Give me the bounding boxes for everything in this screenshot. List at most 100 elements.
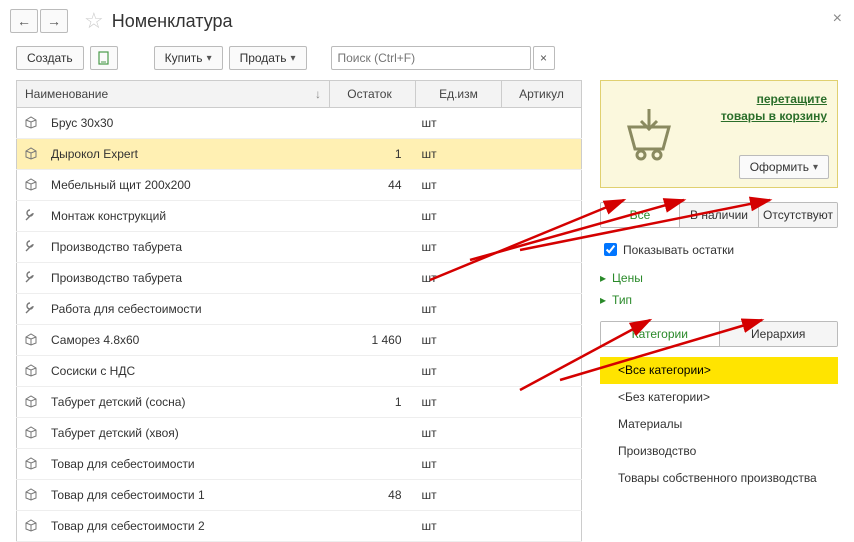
cell-name: Работа для себестоимости xyxy=(45,294,330,325)
tab-instock[interactable]: В наличии xyxy=(680,203,759,227)
table-row[interactable]: Брус 30x30шт xyxy=(17,108,582,139)
cell-sku xyxy=(502,263,582,294)
table-row[interactable]: Саморез 4.8x601 460шт xyxy=(17,325,582,356)
cell-stock xyxy=(330,356,416,387)
cell-stock: 1 xyxy=(330,387,416,418)
col-stock[interactable]: Остаток xyxy=(330,81,416,108)
cell-unit: шт xyxy=(416,511,502,542)
cart-hint-link[interactable]: перетащите товары в корзину xyxy=(717,91,827,125)
cell-unit: шт xyxy=(416,201,502,232)
cart-dropzone[interactable]: перетащите товары в корзину Оформить▾ xyxy=(600,80,838,188)
tab-all[interactable]: Все xyxy=(601,203,680,227)
tools-icon xyxy=(23,269,39,285)
search-clear-button[interactable]: × xyxy=(533,46,555,70)
cell-stock xyxy=(330,294,416,325)
cell-stock: 48 xyxy=(330,480,416,511)
cell-stock xyxy=(330,418,416,449)
category-item[interactable]: Производство xyxy=(600,438,838,465)
box-icon xyxy=(23,362,39,378)
table-row[interactable]: Товар для себестоимости шт xyxy=(17,449,582,480)
cell-name: Товар для себестоимости xyxy=(45,449,330,480)
tools-icon xyxy=(23,207,39,223)
table-row[interactable]: Товар для себестоимости 148шт xyxy=(17,480,582,511)
cart-icon xyxy=(619,109,679,161)
buy-button[interactable]: Купить▾ xyxy=(154,46,223,70)
accordion-type[interactable]: Тип xyxy=(600,289,838,311)
cell-unit: шт xyxy=(416,480,502,511)
cell-name: Брус 30x30 xyxy=(45,108,330,139)
table-row[interactable]: Товар для себестоимости 2шт xyxy=(17,511,582,542)
tab-absent[interactable]: Отсутствуют xyxy=(759,203,837,227)
box-icon xyxy=(23,424,39,440)
box-icon xyxy=(23,517,39,533)
category-item[interactable]: <Все категории> xyxy=(600,357,838,384)
create-button[interactable]: Создать xyxy=(16,46,84,70)
create-from-template-button[interactable] xyxy=(90,46,118,70)
col-sku[interactable]: Артикул xyxy=(502,81,582,108)
search-input[interactable] xyxy=(331,46,531,70)
cell-stock: 44 xyxy=(330,170,416,201)
favorite-star-icon[interactable]: ☆ xyxy=(84,8,104,34)
cell-unit: шт xyxy=(416,294,502,325)
box-icon xyxy=(23,393,39,409)
box-icon xyxy=(23,486,39,502)
col-unit[interactable]: Ед.изм xyxy=(416,81,502,108)
cell-sku xyxy=(502,356,582,387)
box-icon xyxy=(23,114,39,130)
box-icon xyxy=(23,176,39,192)
table-row[interactable]: Табурет детский (сосна)1шт xyxy=(17,387,582,418)
cell-stock: 1 460 xyxy=(330,325,416,356)
cell-unit: шт xyxy=(416,139,502,170)
col-name[interactable]: Наименование↓ xyxy=(17,81,330,108)
tab-categories[interactable]: Категории xyxy=(601,322,720,346)
header: ← → ☆ Номенклатура × xyxy=(0,0,854,42)
cell-unit: шт xyxy=(416,449,502,480)
table-row[interactable]: Работа для себестоимости шт xyxy=(17,294,582,325)
cell-unit: шт xyxy=(416,263,502,294)
cell-sku xyxy=(502,511,582,542)
cell-stock: 1 xyxy=(330,139,416,170)
table-row[interactable]: Дырокол Expert1шт xyxy=(17,139,582,170)
cell-sku xyxy=(502,325,582,356)
cell-name: Производство табурета xyxy=(45,263,330,294)
category-item[interactable]: <Без категории> xyxy=(600,384,838,411)
cell-unit: шт xyxy=(416,325,502,356)
show-stock-label: Показывать остатки xyxy=(623,243,734,257)
table-row[interactable]: Табурет детский (хвоя)шт xyxy=(17,418,582,449)
table-row[interactable]: Монтаж конструкций шт xyxy=(17,201,582,232)
side-panel: перетащите товары в корзину Оформить▾ Вс… xyxy=(600,80,838,542)
cell-sku xyxy=(502,232,582,263)
cell-sku xyxy=(502,418,582,449)
cell-name: Монтаж конструкций xyxy=(45,201,330,232)
cell-sku xyxy=(502,201,582,232)
table-row[interactable]: Производство табурета шт xyxy=(17,263,582,294)
category-item[interactable]: Товары собственного производства xyxy=(600,465,838,492)
nomenclature-grid: Наименование↓ Остаток Ед.изм Артикул Бру… xyxy=(16,80,582,542)
chevron-down-icon: ▾ xyxy=(207,53,212,64)
checkout-button[interactable]: Оформить▾ xyxy=(739,155,829,179)
table-row[interactable]: Производство табуреташт xyxy=(17,232,582,263)
nav-back-button[interactable]: ← xyxy=(10,9,38,33)
cell-sku xyxy=(502,480,582,511)
cell-stock xyxy=(330,511,416,542)
cell-stock xyxy=(330,449,416,480)
nav-forward-button[interactable]: → xyxy=(40,9,68,33)
cell-sku xyxy=(502,170,582,201)
cell-sku xyxy=(502,108,582,139)
stock-filter-tabs: Все В наличии Отсутствуют xyxy=(600,202,838,228)
cell-name: Мебельный щит 200x200 xyxy=(45,170,330,201)
sell-button[interactable]: Продать▾ xyxy=(229,46,307,70)
category-item[interactable]: Материалы xyxy=(600,411,838,438)
cell-unit: шт xyxy=(416,418,502,449)
cell-unit: шт xyxy=(416,387,502,418)
chevron-down-icon: ▾ xyxy=(813,162,818,173)
close-icon[interactable]: × xyxy=(833,10,842,28)
cell-unit: шт xyxy=(416,356,502,387)
table-row[interactable]: Сосиски с НДСшт xyxy=(17,356,582,387)
table-row[interactable]: Мебельный щит 200x20044шт xyxy=(17,170,582,201)
show-stock-checkbox[interactable] xyxy=(604,243,617,256)
tab-hierarchy[interactable]: Иерархия xyxy=(720,322,838,346)
accordion-prices[interactable]: Цены xyxy=(600,267,838,289)
cell-name: Дырокол Expert xyxy=(45,139,330,170)
box-icon xyxy=(23,455,39,471)
